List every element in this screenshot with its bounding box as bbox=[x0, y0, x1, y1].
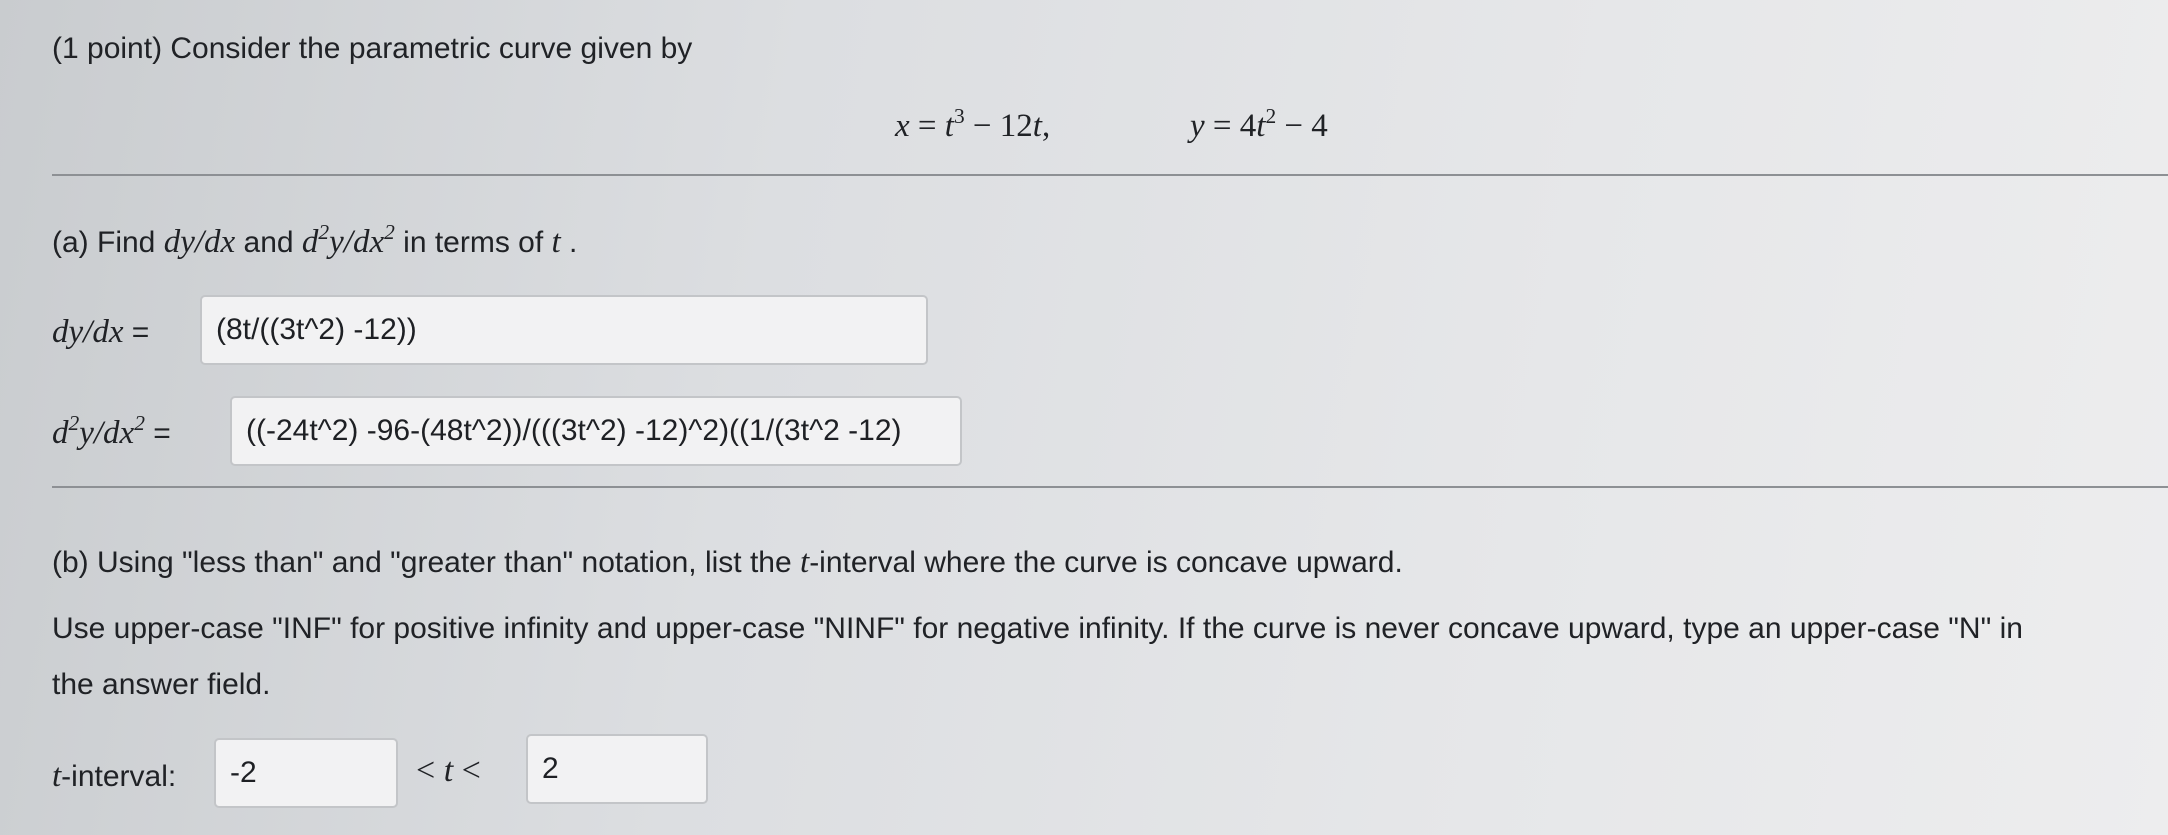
t-variable: t bbox=[551, 224, 561, 260]
equation-x: x = t3 − 12t, bbox=[895, 104, 1051, 144]
d2ydx2-label: d2y/dx2 = bbox=[52, 411, 171, 451]
part-a-prompt: (a) Find dy/dx and d2y/dx2 in terms of t… bbox=[52, 220, 578, 261]
t-variable: t bbox=[944, 108, 954, 144]
y-variable: y bbox=[1190, 108, 1205, 144]
part-b-prompt: (b) Using "less than" and "greater than"… bbox=[52, 544, 1403, 580]
dydx-label: dy/dx = bbox=[52, 314, 150, 350]
t-variable: t bbox=[1032, 108, 1042, 144]
x-variable: x bbox=[895, 108, 910, 144]
divider bbox=[52, 486, 2168, 488]
comma: , bbox=[1041, 108, 1051, 144]
inequality-label: < t < bbox=[416, 752, 481, 789]
exponent: 2 bbox=[1265, 104, 1277, 129]
problem-intro: (1 point) Consider the parametric curve … bbox=[52, 32, 693, 65]
d2y-expression: d2y/dx2 bbox=[301, 220, 395, 260]
instructions-line-1: Use upper-case "INF" for positive infini… bbox=[52, 612, 2023, 645]
part-a-period: . bbox=[560, 226, 578, 259]
equation-y-rest: − 4 bbox=[1276, 108, 1328, 144]
lower-bound-input[interactable]: -2 bbox=[214, 738, 398, 808]
equation-x-rest: − 12 bbox=[964, 108, 1033, 144]
t-interval-label: t-interval: bbox=[52, 758, 177, 794]
part-a-prompt-start: (a) Find bbox=[52, 226, 164, 259]
coefficient: 4 bbox=[1239, 108, 1257, 144]
equation-y: y = 4t2 − 4 bbox=[1190, 104, 1328, 144]
d2ydx2-input[interactable]: ((-24t^2) -96-(48t^2))/(((3t^2) -12)^2)(… bbox=[230, 396, 962, 466]
dydx-expression: dy/dx bbox=[163, 224, 236, 260]
exponent: 3 bbox=[953, 104, 965, 129]
part-a-and: and bbox=[235, 226, 302, 259]
part-a-in-terms: in terms of bbox=[394, 226, 552, 259]
dydx-input[interactable]: (8t/((3t^2) -12)) bbox=[200, 295, 928, 365]
instructions-line-2: the answer field. bbox=[52, 668, 271, 701]
divider bbox=[52, 174, 2168, 176]
upper-bound-input[interactable]: 2 bbox=[526, 734, 708, 804]
